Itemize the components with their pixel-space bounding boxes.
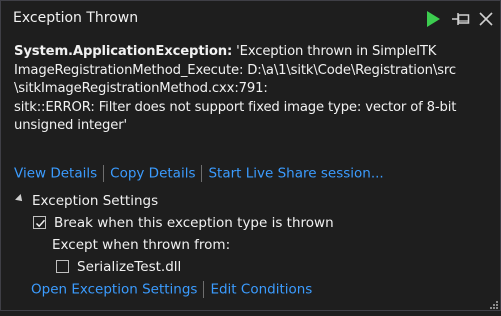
except-when-label: Except when thrown from: — [52, 237, 231, 253]
break-when-thrown-row[interactable]: Break when this exception type is thrown — [33, 215, 334, 231]
break-when-thrown-checkbox[interactable] — [33, 215, 46, 229]
serialize-test-row[interactable]: SerializeTest.dll — [56, 259, 181, 275]
details-links: View Details Copy Details Start Live Share… — [14, 165, 384, 182]
message-line-2: ImageRegistrationMethod_Execute: D:\a\1\… — [14, 62, 456, 78]
view-details-link[interactable]: View Details — [14, 166, 97, 182]
edit-conditions-link[interactable]: Edit Conditions — [210, 282, 312, 298]
window-title: Exception Thrown — [13, 10, 139, 26]
message-line-3: \sitkImageRegistrationMethod.cxx:791: — [14, 81, 268, 96]
link-separator — [201, 165, 203, 182]
live-share-link[interactable]: Start Live Share session... — [208, 166, 383, 182]
message-line-4: sitk::ERROR: Filter does not support fix… — [14, 99, 457, 115]
exception-settings-label: Exception Settings — [32, 193, 159, 209]
exception-message: System.ApplicationException: 'Exception … — [14, 43, 492, 136]
link-separator — [203, 281, 205, 298]
serialize-test-checkbox[interactable] — [56, 259, 69, 273]
exception-type: System.ApplicationException: — [14, 44, 233, 59]
copy-details-link[interactable]: Copy Details — [110, 166, 195, 182]
serialize-test-label: SerializeTest.dll — [77, 259, 182, 275]
resize-grip-icon[interactable] — [487, 297, 499, 309]
break-when-thrown-label: Break when this exception type is thrown — [54, 215, 334, 231]
exception-helper-popup: Exception Thrown System.ApplicationExcep… — [0, 0, 501, 311]
play-icon[interactable] — [425, 10, 441, 28]
collapse-arrow-icon[interactable] — [15, 194, 25, 204]
message-line-1-rest: 'Exception thrown in SimpleITK — [232, 44, 437, 59]
settings-links: Open Exception Settings Edit Conditions — [31, 281, 312, 298]
checkmark-icon — [35, 219, 46, 227]
exception-settings-header[interactable]: Exception Settings — [15, 193, 159, 209]
message-line-5: unsigned integer' — [14, 118, 127, 133]
title-bar: Exception Thrown — [1, 1, 500, 37]
open-exception-settings-link[interactable]: Open Exception Settings — [31, 282, 197, 298]
link-separator — [103, 165, 105, 182]
close-icon[interactable] — [477, 10, 495, 28]
pin-icon[interactable] — [451, 11, 471, 27]
message-line-1: System.ApplicationException: 'Exception … — [14, 43, 492, 62]
